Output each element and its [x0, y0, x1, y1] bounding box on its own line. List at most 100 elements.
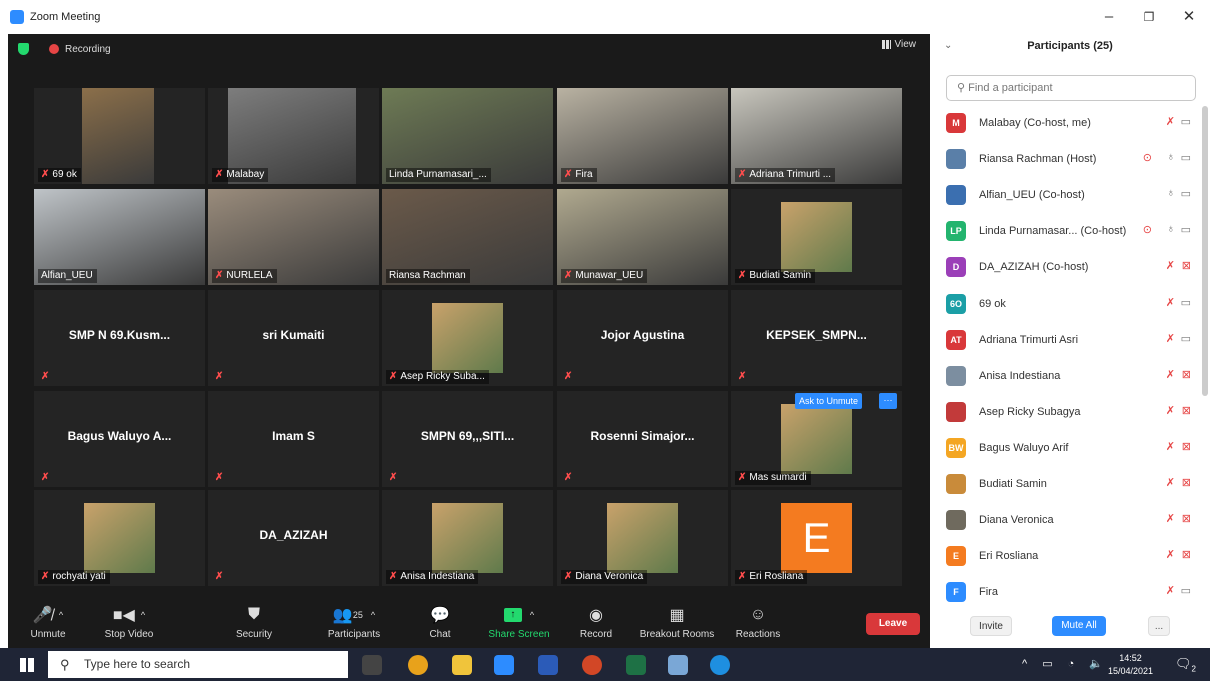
- mic-muted-icon[interactable]: ✗: [1166, 512, 1175, 525]
- participant-row[interactable]: M Malabay (Co-host, me) ✗ ▭: [944, 109, 1191, 137]
- video-tile[interactable]: ✗ Mas sumardi Ask to Unmute ···: [731, 391, 902, 487]
- mic-icon[interactable]: ♁: [1167, 223, 1175, 235]
- taskbar-search-input[interactable]: ⚲ Type here to search: [48, 651, 348, 678]
- mic-muted-icon[interactable]: ✗: [1166, 296, 1175, 309]
- unmute-button[interactable]: 🎤̸ ^ Unmute: [22, 604, 74, 640]
- video-tile[interactable]: ✗ Diana Veronica: [557, 490, 728, 586]
- windows-start-icon[interactable]: [20, 658, 34, 672]
- participant-row[interactable]: BW Bagus Waluyo Arif ✗ ⊠: [944, 434, 1191, 462]
- video-tile[interactable]: DA_AZIZAH ✗: [208, 490, 379, 586]
- edge-icon[interactable]: [710, 655, 730, 675]
- system-tray-icons[interactable]: ^ ▭ ◔ 🔈: [1022, 657, 1109, 670]
- invite-button[interactable]: Invite: [970, 616, 1012, 636]
- word-icon[interactable]: [538, 655, 558, 675]
- paint-icon[interactable]: [668, 655, 688, 675]
- mic-muted-icon[interactable]: ✗: [1166, 332, 1175, 345]
- taskbar-clock[interactable]: 14:52 15/04/2021: [1108, 652, 1153, 678]
- mic-muted-icon[interactable]: ✗: [1166, 548, 1175, 561]
- video-tile[interactable]: E ✗ Eri Rosliana: [731, 490, 902, 586]
- mic-icon[interactable]: ♁: [1167, 187, 1175, 199]
- ask-to-unmute-button[interactable]: Ask to Unmute: [795, 393, 863, 409]
- participant-row[interactable]: Anisa Indestiana ✗ ⊠: [944, 362, 1191, 390]
- panel-scrollbar[interactable]: [1202, 106, 1208, 396]
- close-icon[interactable]: ✕: [1174, 6, 1204, 28]
- excel-icon[interactable]: [626, 655, 646, 675]
- notification-icon[interactable]: 🗨2: [1175, 656, 1196, 674]
- mic-muted-icon[interactable]: ✗: [1166, 584, 1175, 597]
- view-button[interactable]: View: [881, 39, 916, 50]
- participant-row[interactable]: Alfian_UEU (Co-host) ♁ ▭: [944, 181, 1191, 209]
- video-tile[interactable]: Linda Purnamasari_...: [382, 88, 553, 184]
- video-off-icon[interactable]: ⊠: [1182, 512, 1191, 525]
- video-icon[interactable]: ▭: [1181, 296, 1191, 309]
- participant-row[interactable]: F Fira ✗ ▭: [944, 578, 1191, 606]
- video-tile[interactable]: ✗ Malabay: [208, 88, 379, 184]
- find-participant-input[interactable]: ⚲ Find a participant: [946, 75, 1196, 101]
- more-options-button[interactable]: ...: [1148, 616, 1170, 636]
- file-explorer-icon[interactable]: [452, 655, 472, 675]
- participants-button[interactable]: 👥 25 ^ Participants: [316, 604, 392, 640]
- video-tile[interactable]: ✗ Anisa Indestiana: [382, 490, 553, 586]
- video-tile[interactable]: SMP N 69.Kusm... ✗: [34, 290, 205, 386]
- chrome-icon[interactable]: [408, 655, 428, 675]
- mute-all-button[interactable]: Mute All: [1052, 616, 1106, 636]
- mic-muted-icon[interactable]: ✗: [1166, 368, 1175, 381]
- video-tile[interactable]: Alfian_UEU: [34, 189, 205, 285]
- video-tile[interactable]: Riansa Rachman: [382, 189, 553, 285]
- participant-row[interactable]: Budiati Samin ✗ ⊠: [944, 470, 1191, 498]
- breakout-rooms-button[interactable]: ▦ Breakout Rooms: [636, 604, 718, 640]
- mic-muted-icon[interactable]: ✗: [1166, 440, 1175, 453]
- participant-row[interactable]: Riansa Rachman (Host) ⊙ ♁ ▭: [944, 145, 1191, 173]
- task-view-icon[interactable]: [362, 655, 382, 675]
- reactions-button[interactable]: ☺ Reactions: [730, 604, 786, 640]
- video-icon[interactable]: ▭: [1181, 223, 1191, 236]
- video-tile[interactable]: sri Kumaiti ✗: [208, 290, 379, 386]
- video-tile[interactable]: Jojor Agustina ✗: [557, 290, 728, 386]
- participant-row[interactable]: D DA_AZIZAH (Co-host) ✗ ⊠: [944, 253, 1191, 281]
- video-off-icon[interactable]: ⊠: [1182, 259, 1191, 272]
- powerpoint-icon[interactable]: [582, 655, 602, 675]
- video-off-icon[interactable]: ⊠: [1182, 548, 1191, 561]
- video-icon[interactable]: ▭: [1181, 187, 1191, 200]
- video-tile[interactable]: Rosenni Simajor... ✗: [557, 391, 728, 487]
- mic-muted-icon[interactable]: ✗: [1166, 476, 1175, 489]
- video-tile[interactable]: ✗ Fira: [557, 88, 728, 184]
- video-tile[interactable]: KEPSEK_SMPN... ✗: [731, 290, 902, 386]
- participant-row[interactable]: 6O 69 ok ✗ ▭: [944, 290, 1191, 318]
- video-tile[interactable]: SMPN 69,,,SITI... ✗: [382, 391, 553, 487]
- video-off-icon[interactable]: ⊠: [1182, 368, 1191, 381]
- record-button[interactable]: ◉ Record: [574, 604, 618, 640]
- minimize-icon[interactable]: –: [1094, 6, 1124, 28]
- video-tile[interactable]: ✗ NURLELA: [208, 189, 379, 285]
- chat-button[interactable]: 💬 Chat: [420, 604, 460, 640]
- security-button[interactable]: ⛊ Security: [230, 604, 278, 640]
- mic-muted-icon[interactable]: ✗: [1166, 115, 1175, 128]
- participant-row[interactable]: LP Linda Purnamasar... (Co-host) ⊙ ♁ ▭: [944, 217, 1191, 245]
- video-off-icon[interactable]: ⊠: [1182, 440, 1191, 453]
- video-tile[interactable]: ✗ rochyati yati: [34, 490, 205, 586]
- video-tile[interactable]: ✗ Adriana Trimurti ...: [731, 88, 902, 184]
- mic-muted-icon[interactable]: ✗: [1166, 404, 1175, 417]
- video-tile[interactable]: ✗ Munawar_UEU: [557, 189, 728, 285]
- participant-row[interactable]: Asep Ricky Subagya ✗ ⊠: [944, 398, 1191, 426]
- restore-icon[interactable]: ❐: [1134, 6, 1164, 28]
- participant-row[interactable]: Diana Veronica ✗ ⊠: [944, 506, 1191, 534]
- video-icon[interactable]: ▭: [1181, 115, 1191, 128]
- mic-muted-icon[interactable]: ✗: [1166, 259, 1175, 272]
- participant-row[interactable]: AT Adriana Trimurti Asri ✗ ▭: [944, 326, 1191, 354]
- stop-video-button[interactable]: ■◀ ^ Stop Video: [100, 604, 158, 640]
- video-off-icon[interactable]: ⊠: [1182, 404, 1191, 417]
- share-screen-button[interactable]: ↑ ^ Share Screen: [484, 604, 554, 640]
- leave-button[interactable]: Leave: [866, 613, 920, 635]
- video-icon[interactable]: ▭: [1181, 584, 1191, 597]
- zoom-taskbar-icon[interactable]: [494, 655, 514, 675]
- video-icon[interactable]: ▭: [1181, 151, 1191, 164]
- participant-row[interactable]: E Eri Rosliana ✗ ⊠: [944, 542, 1191, 570]
- tile-more-button[interactable]: ···: [879, 393, 897, 409]
- video-tile[interactable]: ✗ 69 ok: [34, 88, 205, 184]
- video-tile[interactable]: ✗ Budiati Samin: [731, 189, 902, 285]
- mic-icon[interactable]: ♁: [1167, 151, 1175, 163]
- video-tile[interactable]: Bagus Waluyo A... ✗: [34, 391, 205, 487]
- video-tile[interactable]: Imam S ✗: [208, 391, 379, 487]
- video-icon[interactable]: ▭: [1181, 332, 1191, 345]
